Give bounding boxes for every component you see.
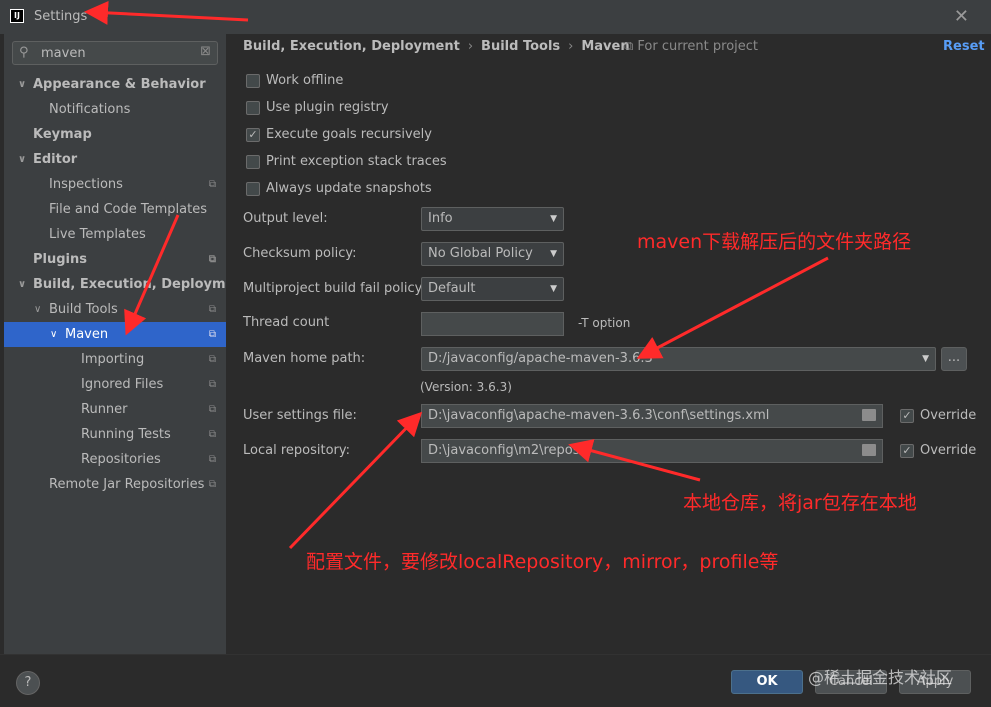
breadcrumb-separator: › <box>568 39 574 54</box>
tree-item-build-execution-deployment[interactable]: ∨ Build, Execution, Deployment <box>4 272 250 297</box>
project-scope-icon: ⧉ <box>208 179 216 190</box>
project-scope-icon: ⧉ <box>208 429 216 440</box>
for-current-project-label: ⧉ For current project <box>624 39 759 54</box>
close-icon[interactable]: ✕ <box>954 6 969 27</box>
project-scope-icon: ⧉ <box>208 304 216 315</box>
help-button[interactable]: ? <box>16 671 40 695</box>
folder-icon[interactable] <box>862 444 876 456</box>
tree-item-appearance-behavior[interactable]: ∨ Appearance & Behavior <box>4 72 226 97</box>
tree-item-inspections[interactable]: Inspections ⧉ <box>4 172 226 197</box>
tree-item-build-tools[interactable]: ∨ Build Tools ⧉ <box>4 297 226 322</box>
chevron-down-icon[interactable]: ∨ <box>18 147 26 172</box>
clear-search-icon[interactable]: ⊠ <box>200 44 211 59</box>
checkbox-checked[interactable]: ✓ <box>900 444 914 458</box>
project-scope-icon: ⧉ <box>208 329 216 340</box>
tree-item-ignored-files[interactable]: Ignored Files ⧉ <box>4 372 226 397</box>
reset-link[interactable]: Reset <box>943 39 985 54</box>
project-scope-icon: ⧉ <box>208 379 216 390</box>
annotation-maven-path: maven下载解压后的文件夹路径 <box>637 231 912 253</box>
checksum-policy-label: Checksum policy: <box>243 246 357 261</box>
dropdown-arrow-icon: ▼ <box>550 249 557 259</box>
title-bar: IJ Settings ✕ <box>0 0 991 34</box>
checkbox[interactable] <box>246 74 260 88</box>
project-scope-icon: ⧉ <box>208 479 216 490</box>
thread-count-hint: -T option <box>578 316 631 330</box>
thread-count-input[interactable] <box>421 312 564 336</box>
tree-item-notifications[interactable]: Notifications <box>4 97 226 122</box>
tree-item-keymap[interactable]: Keymap <box>4 122 226 147</box>
search-input[interactable] <box>41 44 191 62</box>
checkbox[interactable] <box>246 101 260 115</box>
checkbox[interactable] <box>246 155 260 169</box>
checkbox[interactable] <box>246 182 260 196</box>
tree-item-remote-jar-repositories[interactable]: Remote Jar Repositories ⧉ <box>4 472 226 497</box>
window-title: Settings <box>34 9 88 24</box>
fail-policy-select[interactable]: Default ▼ <box>421 277 564 301</box>
intellij-logo-icon: IJ <box>10 9 24 23</box>
dropdown-arrow-icon: ▼ <box>550 214 557 224</box>
thread-count-label: Thread count <box>243 315 330 330</box>
tree-item-runner[interactable]: Runner ⧉ <box>4 397 226 422</box>
tree-item-importing[interactable]: Importing ⧉ <box>4 347 226 372</box>
folder-icon[interactable] <box>862 409 876 421</box>
maven-version-label: (Version: 3.6.3) <box>420 380 512 394</box>
tree-item-maven[interactable]: ∨ Maven ⧉ <box>4 322 226 347</box>
breadcrumb: Build, Execution, Deployment › Build Tools… <box>243 39 630 54</box>
chevron-down-icon[interactable]: ∨ <box>34 297 41 322</box>
user-settings-label: User settings file: <box>243 408 357 423</box>
project-scope-icon: ⧉ <box>208 354 216 365</box>
maven-home-label: Maven home path: <box>243 351 366 366</box>
footer-divider <box>0 654 991 655</box>
checksum-policy-select[interactable]: No Global Policy ▼ <box>421 242 564 266</box>
tree-item-repositories[interactable]: Repositories ⧉ <box>4 447 226 472</box>
dropdown-arrow-icon: ▼ <box>922 354 929 364</box>
settings-tree: ∨ Appearance & Behavior Notifications Ke… <box>4 72 250 497</box>
breadcrumb-separator: › <box>467 39 474 54</box>
checkbox-checked[interactable]: ✓ <box>900 409 914 423</box>
breadcrumb-part-build-execution: Build, Execution, Deployment <box>243 39 460 54</box>
tree-item-running-tests[interactable]: Running Tests ⧉ <box>4 422 226 447</box>
chevron-down-icon[interactable]: ∨ <box>50 322 57 347</box>
user-settings-input[interactable]: D:\javaconfig\apache-maven-3.6.3\conf\se… <box>421 404 883 428</box>
local-repository-input[interactable]: D:\javaconfig\m2\repos <box>421 439 883 463</box>
breadcrumb-part-build-tools: Build Tools <box>481 39 561 54</box>
search-box[interactable]: ⚲ ⊠ <box>12 41 218 65</box>
tree-item-file-code-templates[interactable]: File and Code Templates <box>4 197 226 222</box>
tree-item-live-templates[interactable]: Live Templates <box>4 222 226 247</box>
project-scope-icon: ⧉ <box>208 254 216 265</box>
maven-home-path-select[interactable]: D:/javaconfig/apache-maven-3.6.3 ▼ <box>421 347 936 371</box>
checkbox-checked[interactable]: ✓ <box>246 128 260 142</box>
browse-maven-home-button[interactable]: ... <box>941 347 967 371</box>
output-level-select[interactable]: Info ▼ <box>421 207 564 231</box>
ok-button[interactable]: OK <box>731 670 803 694</box>
annotation-local-repo: 本地仓库，将jar包存在本地 <box>683 492 917 514</box>
breadcrumb-part-maven: Maven <box>581 39 630 54</box>
project-scope-icon: ⧉ <box>208 454 216 465</box>
output-level-label: Output level: <box>243 211 328 226</box>
annotation-settings-file: 配置文件，要修改localRepository，mirror，profile等 <box>306 551 779 573</box>
tree-item-editor[interactable]: ∨ Editor <box>4 147 226 172</box>
local-repository-label: Local repository: <box>243 443 350 458</box>
dropdown-arrow-icon: ▼ <box>550 284 557 294</box>
chevron-down-icon[interactable]: ∨ <box>18 272 26 297</box>
fail-policy-label: Multiproject build fail policy: <box>243 281 426 296</box>
chevron-down-icon[interactable]: ∨ <box>18 72 26 97</box>
tree-item-plugins[interactable]: Plugins ⧉ <box>4 247 226 272</box>
project-scope-icon: ⧉ <box>208 404 216 415</box>
search-icon: ⚲ <box>19 45 29 60</box>
watermark: @稀土掘金技术社区 <box>808 668 953 687</box>
